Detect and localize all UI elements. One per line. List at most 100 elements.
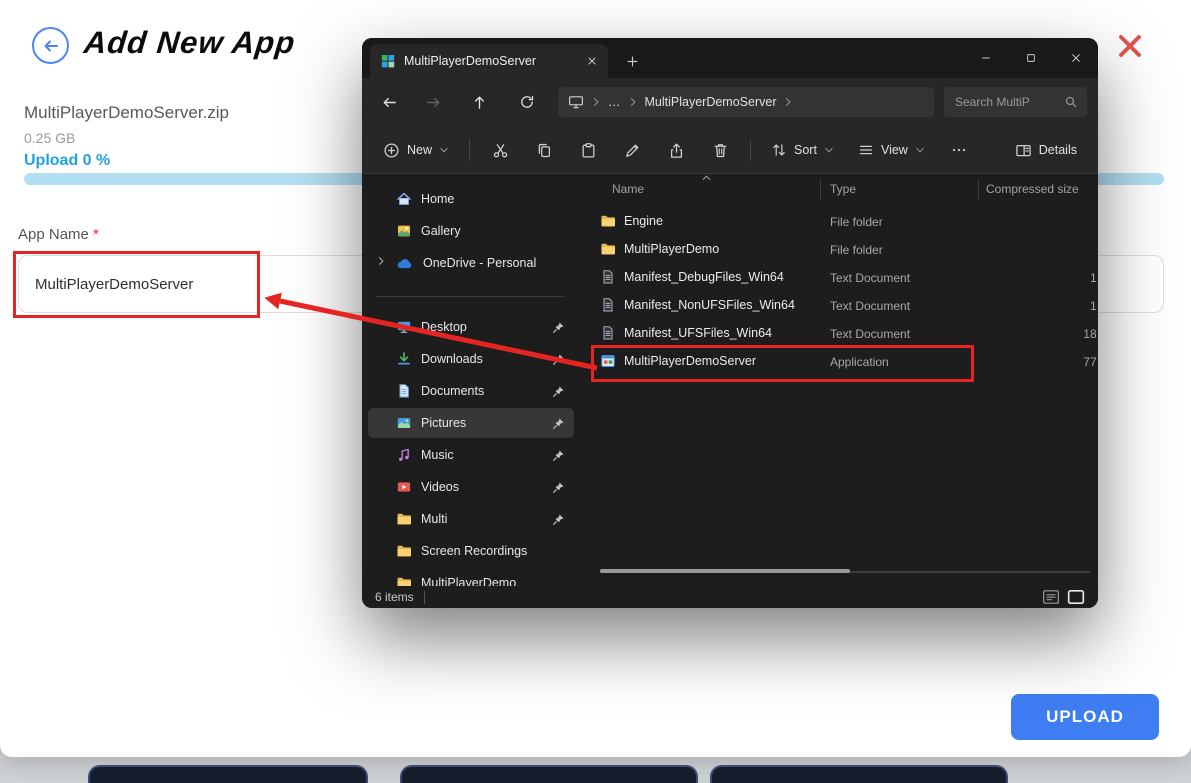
chevron-right-icon xyxy=(783,97,793,107)
close-icon[interactable] xyxy=(1116,32,1144,60)
pin-icon xyxy=(552,449,565,462)
desktop-icon xyxy=(396,319,412,335)
file-row-engine[interactable]: Engine File folder xyxy=(586,207,1098,235)
explorer-statusbar: 6 items xyxy=(362,586,1098,608)
file-row-manifest-debugfiles[interactable]: Manifest_DebugFiles_Win64 Text Document … xyxy=(586,263,1098,291)
refresh-icon xyxy=(519,94,535,110)
sidebar-item-desktop[interactable]: Desktop xyxy=(368,312,574,342)
back-arrow-icon xyxy=(41,36,61,56)
arrow-up-icon xyxy=(471,94,488,111)
window-close-button[interactable] xyxy=(1053,38,1098,78)
details-view-icon[interactable] xyxy=(1042,589,1060,605)
nav-back-button[interactable] xyxy=(374,87,404,117)
window-controls xyxy=(963,38,1098,78)
sidebar-item-multi[interactable]: Multi xyxy=(368,504,574,534)
breadcrumb-current[interactable]: MultiPlayerDemoServer xyxy=(645,95,777,109)
sidebar-item-onedrive[interactable]: OneDrive - Personal xyxy=(368,248,574,278)
nav-up-button[interactable] xyxy=(464,87,494,117)
view-button[interactable]: View xyxy=(849,135,934,165)
sidebar-item-label: Documents xyxy=(421,384,484,398)
sidebar-item-screen-recordings[interactable]: Screen Recordings xyxy=(368,536,574,566)
sidebar-item-label: MultiPlayerDemo xyxy=(421,576,516,586)
file-size: 18 KB xyxy=(966,327,1098,341)
new-tab-button[interactable] xyxy=(620,49,644,73)
tab-close-icon[interactable] xyxy=(586,55,598,67)
search-box[interactable] xyxy=(944,87,1087,117)
new-plus-icon xyxy=(383,142,400,159)
pin-icon xyxy=(552,513,565,526)
chevron-down-icon xyxy=(824,145,834,155)
share-button[interactable] xyxy=(657,133,695,167)
annotation-rect-app-name xyxy=(13,251,260,318)
background-card xyxy=(88,765,368,783)
paste-button[interactable] xyxy=(569,133,607,167)
explorer-titlebar: MultiPlayerDemoServer xyxy=(362,38,1098,78)
folder-icon xyxy=(600,241,616,257)
explorer-sidebar: Home Gallery OneDrive - Personal Desktop… xyxy=(362,174,580,586)
sidebar-item-pictures[interactable]: Pictures xyxy=(368,408,574,438)
file-type: File folder xyxy=(830,243,883,257)
file-name: MultiPlayerDemo xyxy=(624,242,719,256)
file-row-manifest-nonufsfiles[interactable]: Manifest_NonUFSFiles_Win64 Text Document… xyxy=(586,291,1098,319)
sidebar-item-label: OneDrive - Personal xyxy=(423,256,536,270)
home-icon xyxy=(396,191,412,207)
details-button[interactable]: Details xyxy=(1006,135,1086,166)
explorer-toolbar: New Sort View xyxy=(362,126,1098,174)
minimize-icon xyxy=(980,52,992,64)
column-header-compressed-size[interactable]: Compressed size xyxy=(986,182,1079,200)
file-row-manifest-ufsfiles[interactable]: Manifest_UFSFiles_Win64 Text Document 18… xyxy=(586,319,1098,347)
breadcrumb-ellipsis[interactable]: … xyxy=(608,95,621,109)
sidebar-item-multiplayerdemo[interactable]: MultiPlayerDemo xyxy=(368,568,574,586)
column-header-type[interactable]: Type xyxy=(830,182,856,200)
more-options-button[interactable] xyxy=(940,133,978,167)
new-button[interactable]: New xyxy=(374,135,458,166)
column-header-name[interactable]: Name xyxy=(612,182,644,200)
minimize-button[interactable] xyxy=(963,38,1008,78)
explorer-chrome: … MultiPlayerDemoServer New xyxy=(362,78,1098,174)
sidebar-item-home[interactable]: Home xyxy=(368,184,574,214)
sidebar-item-documents[interactable]: Documents xyxy=(368,376,574,406)
file-size: 1 KB xyxy=(966,299,1098,313)
search-input[interactable] xyxy=(953,94,1058,110)
nav-forward-button[interactable] xyxy=(418,87,448,117)
large-thumbnail-view-icon[interactable] xyxy=(1067,589,1085,605)
rename-button[interactable] xyxy=(613,133,651,167)
sidebar-item-videos[interactable]: Videos xyxy=(368,472,574,502)
view-button-label: View xyxy=(881,143,908,157)
column-divider[interactable] xyxy=(820,179,821,201)
explorer-tab[interactable]: MultiPlayerDemoServer xyxy=(370,44,608,78)
arrow-right-icon xyxy=(425,94,442,111)
folder-icon xyxy=(396,511,412,527)
horizontal-scrollbar-thumb[interactable] xyxy=(600,569,850,573)
plus-icon xyxy=(626,55,639,68)
address-bar[interactable]: … MultiPlayerDemoServer xyxy=(558,87,934,117)
cut-icon xyxy=(492,142,509,159)
sort-button[interactable]: Sort xyxy=(762,135,843,165)
expand-chevron-icon[interactable] xyxy=(376,256,386,266)
text-document-icon xyxy=(600,269,616,285)
window-close-icon xyxy=(1070,52,1082,64)
file-type: Text Document xyxy=(830,299,910,313)
chevron-right-icon xyxy=(628,97,638,107)
pin-icon xyxy=(552,417,565,430)
copy-button[interactable] xyxy=(525,133,563,167)
maximize-button[interactable] xyxy=(1008,38,1053,78)
upload-file-size: 0.25 GB xyxy=(24,130,75,146)
sidebar-item-music[interactable]: Music xyxy=(368,440,574,470)
sidebar-item-label: Gallery xyxy=(421,224,461,238)
back-button[interactable] xyxy=(32,27,69,64)
maximize-icon xyxy=(1025,52,1037,64)
file-explorer-window: MultiPlayerDemoServer … MultiP xyxy=(362,38,1098,608)
cut-button[interactable] xyxy=(481,133,519,167)
sidebar-item-downloads[interactable]: Downloads xyxy=(368,344,574,374)
trash-icon xyxy=(712,142,729,159)
arrow-left-icon xyxy=(381,94,398,111)
upload-button[interactable]: UPLOAD xyxy=(1011,694,1159,740)
chevron-down-icon xyxy=(915,145,925,155)
sort-button-label: Sort xyxy=(794,143,817,157)
column-divider[interactable] xyxy=(978,179,979,201)
sidebar-item-gallery[interactable]: Gallery xyxy=(368,216,574,246)
delete-button[interactable] xyxy=(701,133,739,167)
file-row-multiplayerdemo[interactable]: MultiPlayerDemo File folder xyxy=(586,235,1098,263)
refresh-button[interactable] xyxy=(512,87,542,117)
